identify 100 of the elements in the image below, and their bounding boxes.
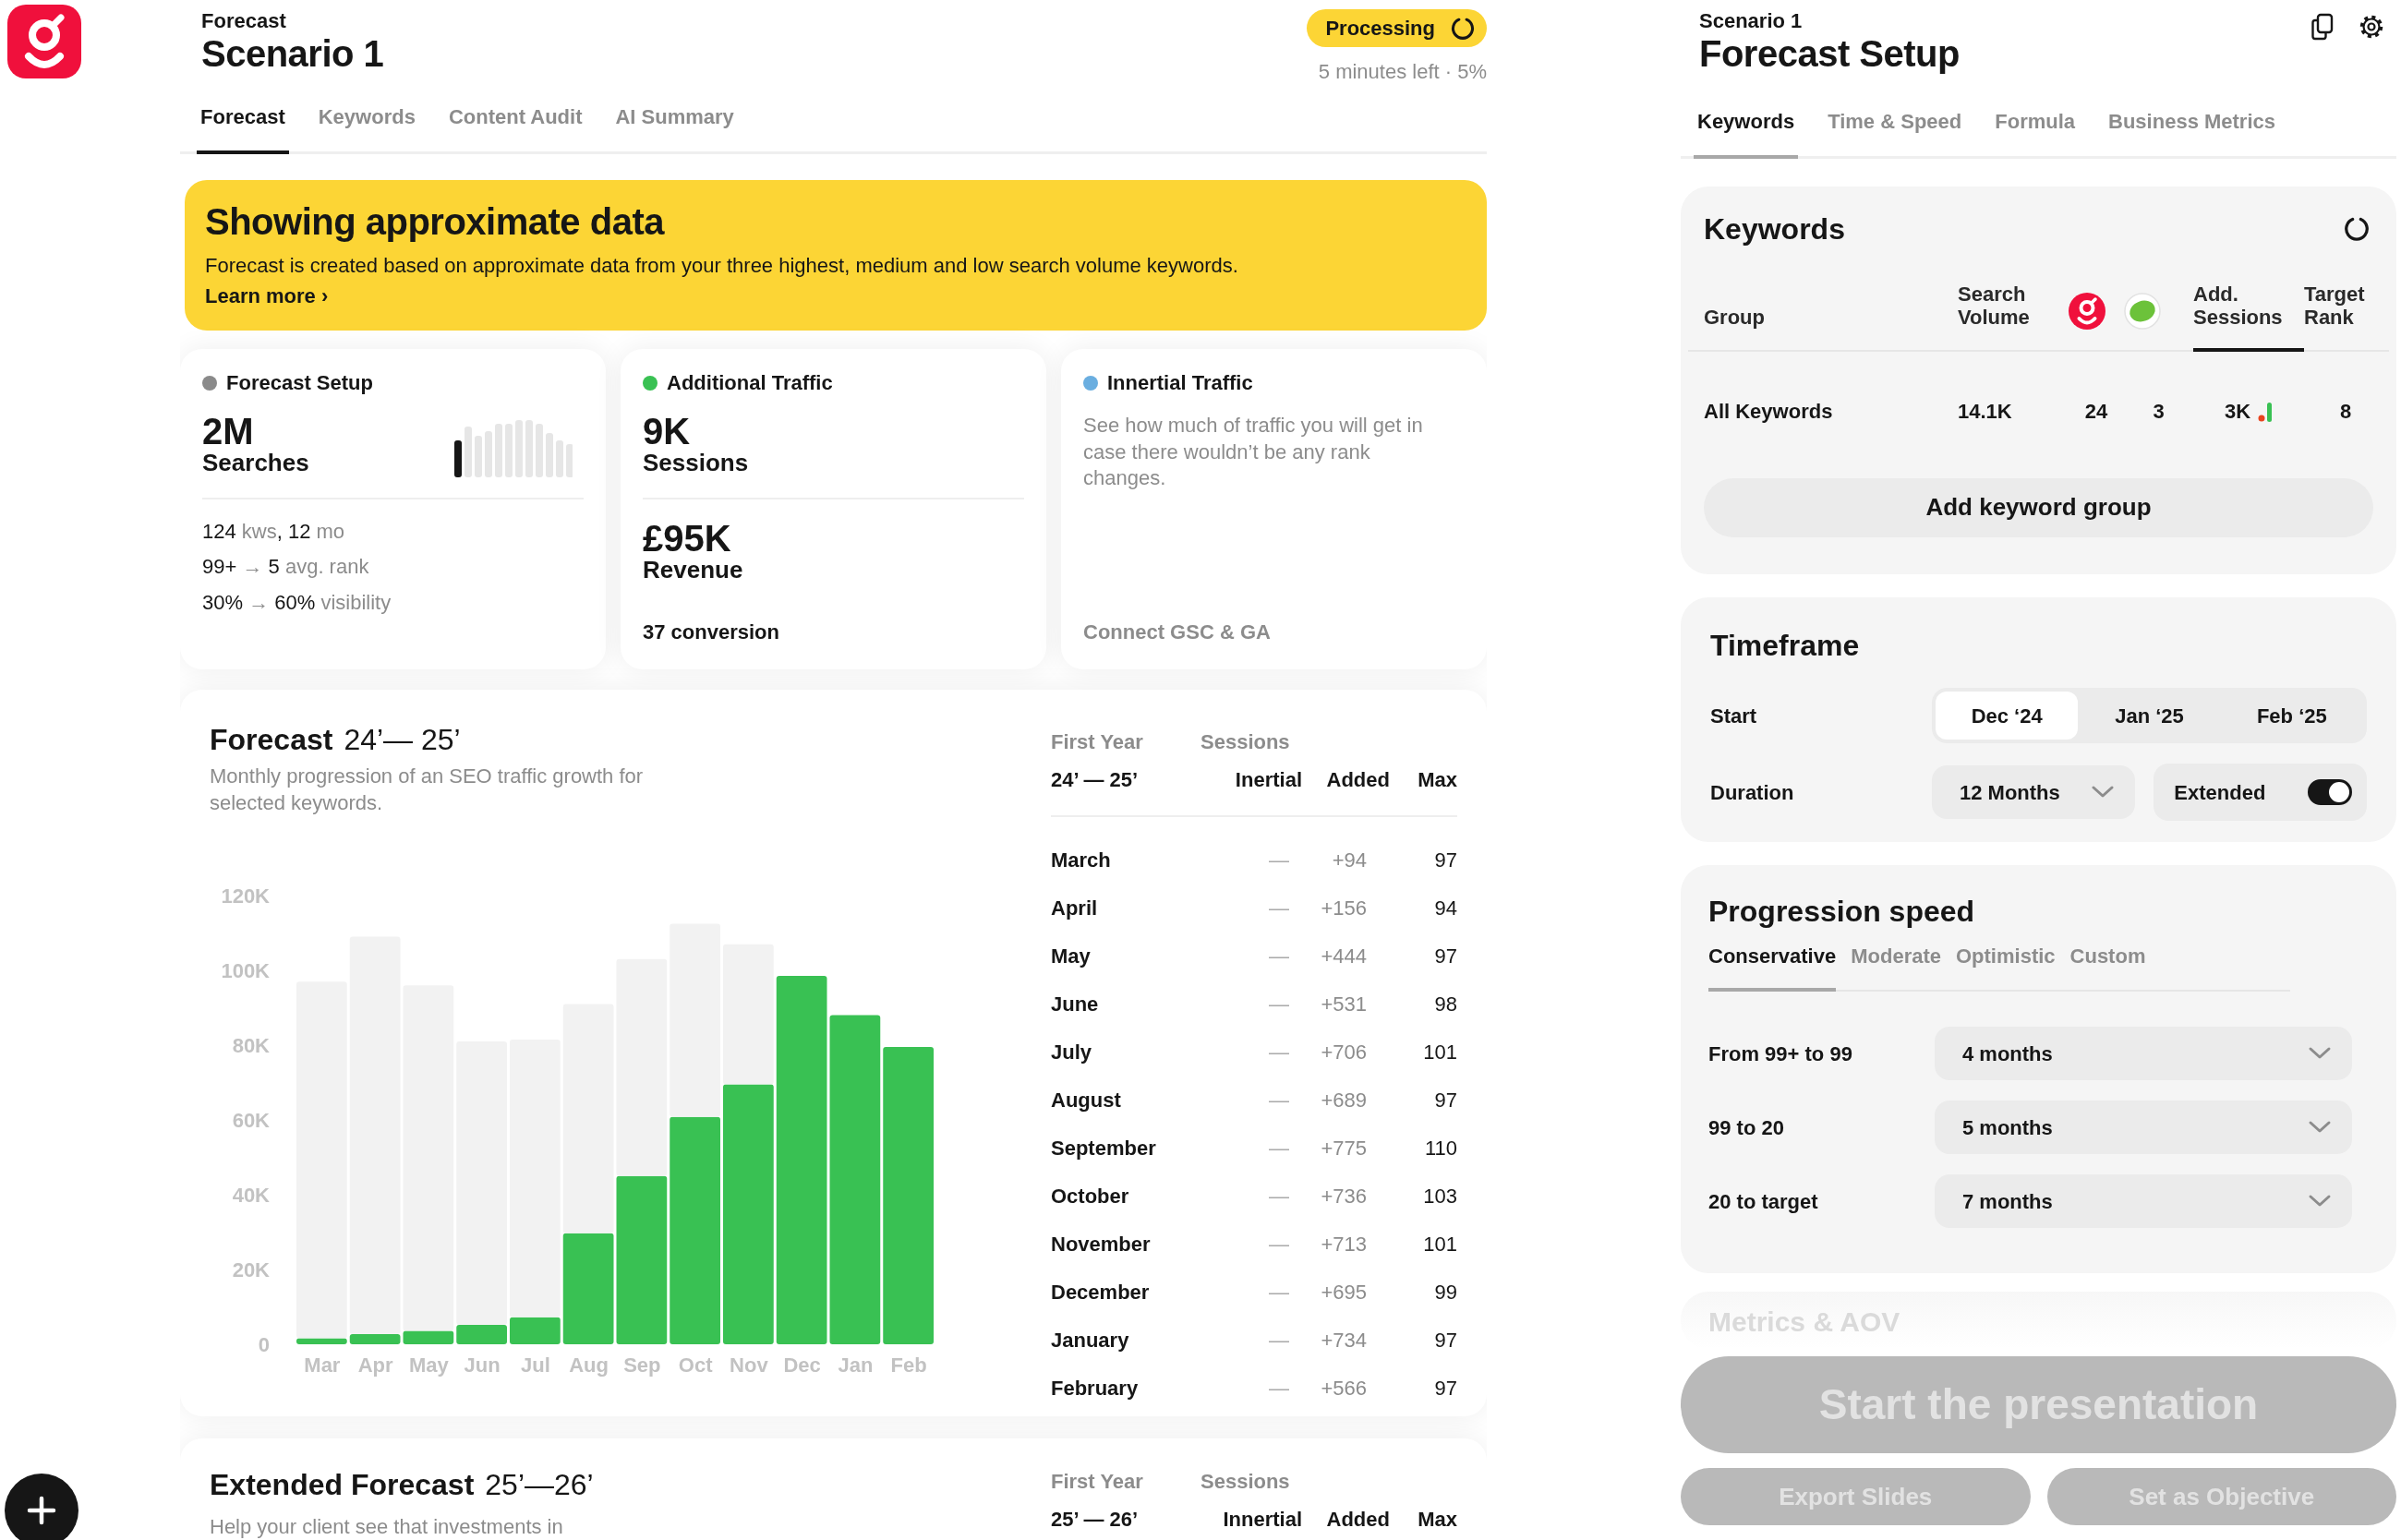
table-cell-text: 14.1K <box>1958 398 2012 425</box>
section-subtitle: Monthly progression of an SEO traffic growth for selected keywords. <box>210 764 645 816</box>
stat-line: 99+ → 5 avg. rank <box>202 555 370 580</box>
period-text: 24’— 25’ <box>344 723 461 756</box>
card-title: Progression speed <box>1708 894 1976 930</box>
table-cell-text: 97 <box>1433 847 1457 873</box>
add-keyword-group-button[interactable]: Add keyword group <box>1704 477 2373 537</box>
column-group-label: First Year <box>1051 729 1144 755</box>
axis-label: Nov <box>730 1354 768 1378</box>
banner-title: Showing approximate data <box>205 200 666 243</box>
axis-label: 40K <box>232 1184 270 1208</box>
segment-option[interactable]: Dec ‘24 <box>1936 692 2079 740</box>
lime-icon <box>2124 292 2161 330</box>
column-header: Added <box>1325 767 1390 793</box>
card-title: Timeframe <box>1710 628 1861 664</box>
column-header: Max <box>1417 767 1457 793</box>
column-header[interactable]: Group <box>1704 306 1958 352</box>
table-cell-text: 97 <box>1433 1327 1457 1354</box>
card-title: Additional Traffic <box>667 370 833 396</box>
page-eyebrow: Forecast <box>201 9 287 34</box>
app-logo[interactable] <box>7 5 81 78</box>
stat-line: 124 kws, 12 mo <box>202 519 346 545</box>
metric-unit: Searches <box>202 450 309 477</box>
axis-label: 60K <box>232 1109 270 1133</box>
table-cell-text: +444 <box>1320 943 1367 969</box>
section-subtitle: Help your client see that investments in <box>210 1514 564 1540</box>
table-cell-text: +689 <box>1320 1087 1367 1113</box>
axis-label: Oct <box>678 1354 713 1378</box>
learn-more-link[interactable]: Learn more › <box>205 284 329 307</box>
table-cell-text: 101 <box>1422 1231 1457 1257</box>
column-header: Max <box>1417 1507 1457 1533</box>
g-logo-icon <box>2069 292 2105 330</box>
axis-label: Jun <box>464 1354 501 1378</box>
table-cell-text: 99 <box>1433 1279 1457 1305</box>
duration-dropdown[interactable]: 12 Months <box>1932 765 2136 819</box>
axis-label: Apr <box>357 1354 393 1378</box>
axis-label: 0 <box>258 1333 270 1357</box>
panel-title: Forecast Setup <box>1699 33 1960 75</box>
table-cell-text: +734 <box>1320 1327 1367 1354</box>
chevron-down-icon <box>2308 1194 2332 1209</box>
month-cell-text: January <box>1051 1327 1130 1354</box>
table-cell-text: 101 <box>1422 1039 1457 1065</box>
column-header[interactable]: Search Volume <box>1958 283 2069 352</box>
toggle-switch[interactable] <box>2308 779 2352 805</box>
tab[interactable]: Keywords <box>1694 106 1799 159</box>
column-header[interactable]: Target Rank <box>2304 283 2387 352</box>
month-cell-text: June <box>1051 991 1100 1017</box>
field-label: From 99+ to 99 <box>1708 1041 1853 1067</box>
column-header: Innertial <box>1222 1507 1302 1533</box>
axis-label: Mar <box>304 1354 341 1378</box>
duration-dropdown[interactable]: 4 months <box>1935 1027 2352 1080</box>
panel-eyebrow: Scenario 1 <box>1699 9 1804 34</box>
tab[interactable]: Conservative <box>1708 941 1837 992</box>
table-cell-text: — <box>1268 1327 1290 1354</box>
table-cell-text: — <box>1268 1135 1290 1161</box>
month-cell-text: July <box>1051 1039 1093 1065</box>
spinner-icon <box>2343 215 2371 243</box>
duration-dropdown[interactable]: 7 months <box>1935 1174 2352 1228</box>
axis-label: Feb <box>890 1354 927 1378</box>
table-cell-text: +566 <box>1320 1375 1367 1402</box>
copy-icon[interactable] <box>2310 13 2335 41</box>
tab[interactable]: Forecast <box>197 102 289 154</box>
month-cell-text: May <box>1051 943 1092 969</box>
table-cell-text: All Keywords <box>1704 398 1833 425</box>
table-cell-text: — <box>1268 1231 1290 1257</box>
table-cell-text: +695 <box>1320 1279 1367 1305</box>
conversion-text: 37 conversion <box>643 620 780 645</box>
settings-icon[interactable] <box>2358 13 2385 41</box>
column-group-label: Sessions <box>1200 1469 1290 1495</box>
column-group-label: First Year <box>1051 1469 1144 1495</box>
table-cell-text: 103 <box>1422 1183 1457 1209</box>
table-cell-text: +775 <box>1320 1135 1367 1161</box>
table-cell-text: 98 <box>1433 991 1457 1017</box>
axis-label: Aug <box>569 1354 609 1378</box>
period-text: 25’—26’ <box>485 1468 594 1501</box>
metric-unit: Revenue <box>643 556 744 584</box>
field-label: Duration <box>1710 779 1795 806</box>
table-cell-text: — <box>1268 943 1290 969</box>
table-cell-text: — <box>1268 1279 1290 1305</box>
table-cell-text: 94 <box>1433 895 1457 921</box>
duration-dropdown[interactable]: 5 months <box>1935 1101 2352 1154</box>
table-cell-text: 97 <box>1433 1375 1457 1402</box>
period-label: 25’ — 26’ <box>1051 1507 1140 1533</box>
table-cell-text: +531 <box>1320 991 1367 1017</box>
column-header[interactable]: Add. Sessions <box>2193 283 2304 352</box>
chevron-down-icon <box>2308 1046 2332 1061</box>
segment-option[interactable]: Jan ‘25 <box>2078 692 2221 740</box>
axis-label: Dec <box>783 1354 821 1378</box>
metric-unit: Sessions <box>643 450 750 477</box>
table-cell-text: 3K <box>2224 398 2251 425</box>
field-label: 99 to 20 <box>1708 1114 1785 1141</box>
table-cell-text: 24 <box>2084 398 2108 425</box>
table-cell-text: +156 <box>1320 895 1367 921</box>
table-cell-text: 8 <box>2339 398 2352 425</box>
page-title: Scenario 1 <box>201 33 384 75</box>
segment-option[interactable]: Feb ‘25 <box>2220 692 2363 740</box>
table-cell-text: — <box>1268 991 1290 1017</box>
period-label: 24’ — 25’ <box>1051 767 1140 793</box>
axis-label: 80K <box>232 1034 270 1058</box>
month-cell-text: December <box>1051 1279 1151 1305</box>
